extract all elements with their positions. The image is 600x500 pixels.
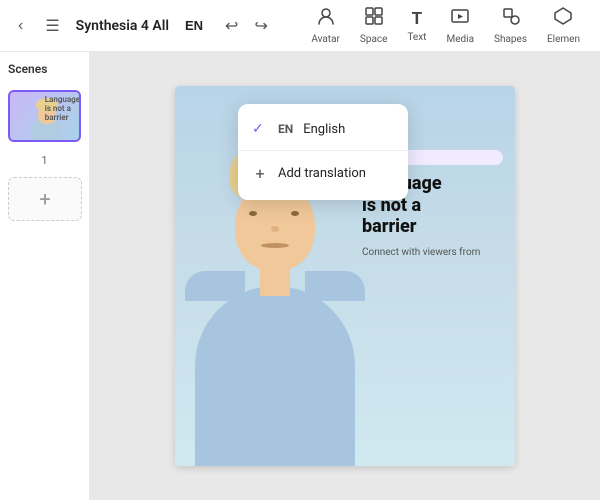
canvas-area: ✦ NEW Language is not a barrier Connect …: [90, 52, 600, 500]
undo-icon: ↩: [225, 16, 238, 36]
redo-icon: ↪: [254, 16, 267, 36]
scene-thumb-inner: Languageis not abarrier: [10, 92, 81, 140]
sidebar: Scenes Languageis not abarrier 1 +: [0, 52, 90, 500]
media-icon: [450, 6, 470, 31]
toolbar-avatar[interactable]: Avatar: [303, 2, 348, 49]
dropdown-item-english[interactable]: ✓ EN English: [238, 112, 408, 146]
dropdown-divider: [238, 150, 408, 151]
back-button[interactable]: ‹: [12, 13, 29, 39]
language-dropdown: ✓ EN English + Add translation: [238, 104, 408, 200]
toolbar-shapes[interactable]: Shapes: [486, 2, 535, 49]
dropdown-item-add-translation[interactable]: + Add translation: [238, 155, 408, 192]
slide-subtext: Connect with viewers from: [362, 246, 503, 260]
main-layout: Scenes Languageis not abarrier 1 +: [0, 52, 600, 500]
add-scene-button[interactable]: +: [8, 177, 82, 221]
checkmark-icon: ✓: [252, 121, 268, 137]
toolbar-space[interactable]: Space: [352, 2, 396, 49]
avatar-label: Avatar: [311, 34, 340, 45]
toolbar-text[interactable]: T Text: [399, 5, 434, 47]
undo-button[interactable]: ↩: [219, 12, 244, 40]
language-button[interactable]: EN: [179, 14, 209, 37]
media-label: Media: [446, 34, 474, 45]
scene-thumbnail-1[interactable]: Languageis not abarrier: [8, 90, 81, 142]
add-scene-icon: +: [39, 187, 50, 211]
dropdown-label-english: English: [303, 122, 345, 137]
toolbar-media[interactable]: Media: [438, 2, 482, 49]
top-bar: ‹ ☰ Synthesia 4 All EN ↩ ↪ Avatar Spac: [0, 0, 600, 52]
back-icon: ‹: [18, 17, 23, 35]
toolbar-elements[interactable]: Elemen: [539, 2, 588, 49]
scenes-label: Scenes: [8, 62, 81, 76]
plus-icon: +: [252, 164, 268, 183]
avatar-icon: [316, 6, 336, 31]
app-title: Synthesia 4 All: [76, 18, 169, 34]
text-icon: T: [412, 9, 423, 29]
text-label: Text: [407, 32, 426, 43]
menu-button[interactable]: ☰: [39, 12, 65, 40]
headline-line3: barrier: [362, 216, 416, 237]
dropdown-label-add-translation: Add translation: [278, 166, 366, 181]
toolbar-right: Avatar Space T Text Media Shapes: [303, 2, 588, 49]
elements-icon: [553, 6, 573, 31]
shapes-icon: [501, 6, 521, 31]
redo-button[interactable]: ↪: [248, 12, 273, 40]
shapes-label: Shapes: [494, 34, 527, 45]
lang-code-en: EN: [278, 122, 293, 136]
space-label: Space: [360, 34, 388, 45]
menu-icon: ☰: [45, 16, 59, 36]
top-bar-left: ‹ ☰ Synthesia 4 All EN ↩ ↪: [12, 12, 274, 40]
space-icon: [364, 6, 384, 31]
undo-redo-group: ↩ ↪: [219, 12, 274, 40]
scene-number: 1: [8, 154, 81, 167]
elements-label: Elemen: [547, 34, 580, 45]
person-shoulder-left: [185, 271, 245, 301]
person-shirt: [195, 286, 355, 466]
